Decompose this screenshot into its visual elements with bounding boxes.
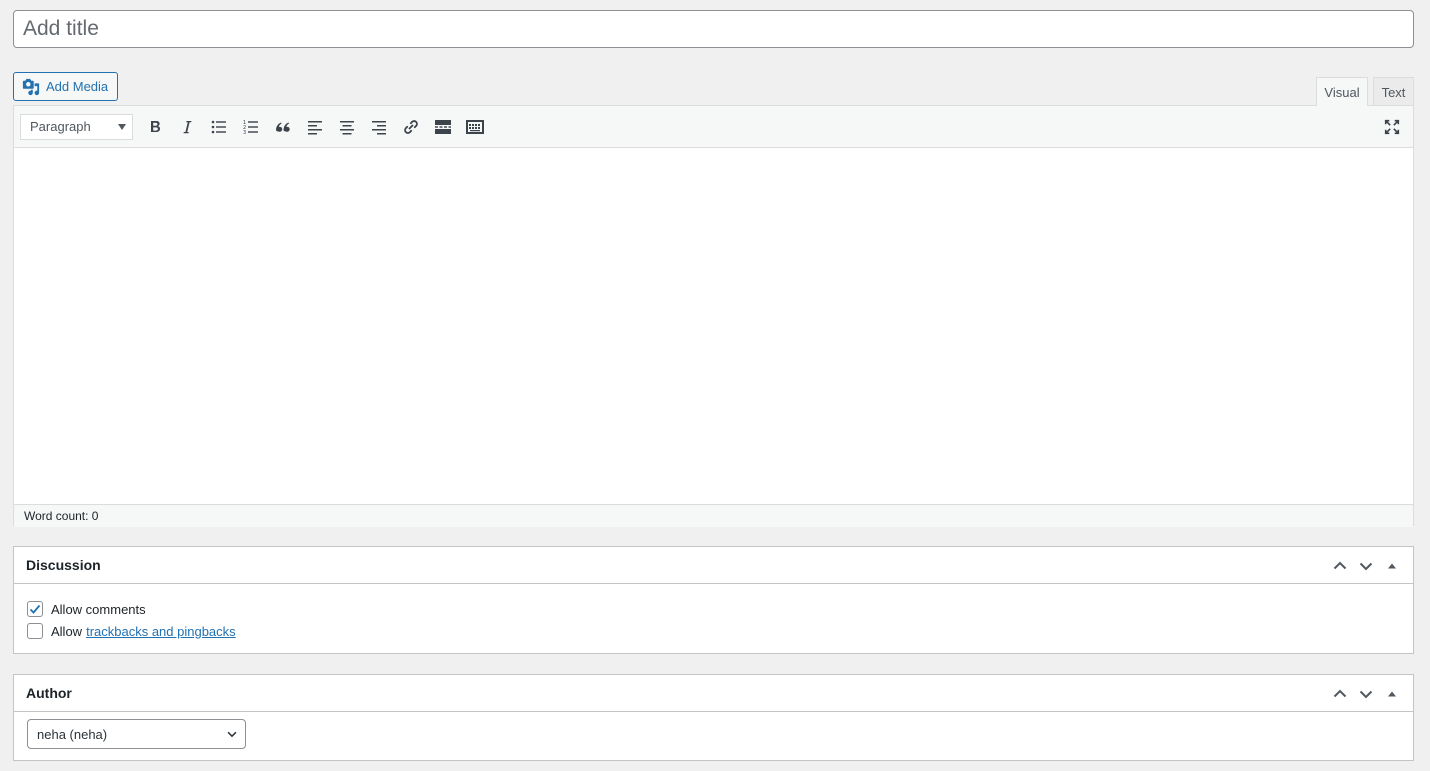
bulleted-list-icon bbox=[211, 120, 226, 133]
chevron-down-icon bbox=[227, 731, 237, 738]
author-postbox: Author neha (neha) bbox=[13, 674, 1414, 761]
insert-link-button[interactable] bbox=[395, 112, 427, 142]
discussion-postbox: Discussion Allow comments Allow trackbac… bbox=[13, 546, 1414, 654]
align-left-button[interactable] bbox=[299, 112, 331, 142]
align-center-icon bbox=[340, 120, 354, 134]
allow-trackbacks-row: Allow trackbacks and pingbacks bbox=[14, 620, 1413, 642]
media-icon bbox=[22, 78, 40, 96]
bold-button[interactable] bbox=[139, 112, 171, 142]
blockquote-button[interactable] bbox=[267, 112, 299, 142]
numbered-list-button[interactable]: 123 bbox=[235, 112, 267, 142]
toggle-panel-button[interactable] bbox=[1379, 548, 1405, 584]
discussion-body: Allow comments Allow trackbacks and ping… bbox=[14, 598, 1413, 642]
author-title: Author bbox=[26, 685, 72, 701]
fullscreen-button[interactable] bbox=[1381, 116, 1403, 138]
chevron-up-icon bbox=[1333, 689, 1347, 697]
read-more-button[interactable] bbox=[427, 112, 459, 142]
move-up-button[interactable] bbox=[1327, 548, 1353, 584]
allow-comments-row: Allow comments bbox=[14, 598, 1413, 620]
triangle-up-icon bbox=[1388, 691, 1396, 696]
allow-trackbacks-checkbox[interactable] bbox=[27, 623, 43, 639]
link-icon bbox=[404, 119, 418, 134]
format-select-value: Paragraph bbox=[30, 119, 91, 134]
allow-comments-label: Allow comments bbox=[51, 601, 146, 617]
chevron-up-icon bbox=[1333, 561, 1347, 569]
trackbacks-link[interactable]: trackbacks and pingbacks bbox=[86, 624, 236, 639]
discussion-controls bbox=[1327, 547, 1405, 584]
toolbar-toggle-button[interactable] bbox=[459, 112, 491, 142]
move-down-button[interactable] bbox=[1353, 548, 1379, 584]
italic-icon bbox=[183, 120, 192, 133]
allow-comments-checkbox[interactable] bbox=[27, 601, 43, 617]
svg-text:3: 3 bbox=[243, 130, 246, 136]
fullscreen-icon bbox=[1384, 119, 1400, 135]
align-right-button[interactable] bbox=[363, 112, 395, 142]
post-title-input[interactable] bbox=[13, 10, 1414, 48]
toggle-panel-button[interactable] bbox=[1379, 676, 1405, 712]
tab-visual[interactable]: Visual bbox=[1316, 77, 1368, 106]
read-more-icon bbox=[435, 119, 451, 134]
discussion-header: Discussion bbox=[14, 547, 1413, 584]
tab-text[interactable]: Text bbox=[1373, 77, 1414, 106]
allow-trackbacks-label: Allow bbox=[51, 623, 83, 639]
checkmark-icon bbox=[29, 604, 41, 614]
align-left-icon bbox=[308, 120, 322, 134]
quote-icon bbox=[276, 122, 290, 132]
bulleted-list-button[interactable] bbox=[203, 112, 235, 142]
numbered-list-icon: 123 bbox=[243, 120, 258, 136]
align-center-button[interactable] bbox=[331, 112, 363, 142]
format-select[interactable]: Paragraph bbox=[20, 113, 133, 140]
add-media-label: Add Media bbox=[46, 79, 109, 94]
triangle-up-icon bbox=[1388, 563, 1396, 568]
align-right-icon bbox=[372, 120, 386, 134]
editor-content-area[interactable] bbox=[14, 148, 1413, 504]
content-editor: Paragraph 123 Word count: 0 bbox=[13, 105, 1414, 527]
add-media-button[interactable]: Add Media bbox=[13, 72, 118, 101]
discussion-title: Discussion bbox=[26, 557, 101, 573]
move-down-button[interactable] bbox=[1353, 676, 1379, 712]
italic-button[interactable] bbox=[171, 112, 203, 142]
editor-toolbar: Paragraph 123 bbox=[14, 106, 1413, 148]
chevron-down-icon bbox=[1359, 562, 1373, 570]
word-count: Word count: 0 bbox=[14, 504, 1413, 527]
caret-down-icon bbox=[118, 123, 126, 130]
move-up-button[interactable] bbox=[1327, 676, 1353, 712]
keyboard-icon bbox=[466, 119, 484, 134]
author-select-value: neha (neha) bbox=[37, 726, 108, 742]
author-controls bbox=[1327, 675, 1405, 712]
chevron-down-icon bbox=[1359, 690, 1373, 698]
author-header: Author bbox=[14, 675, 1413, 712]
author-select[interactable]: neha (neha) bbox=[27, 719, 246, 749]
bold-icon bbox=[151, 120, 160, 132]
